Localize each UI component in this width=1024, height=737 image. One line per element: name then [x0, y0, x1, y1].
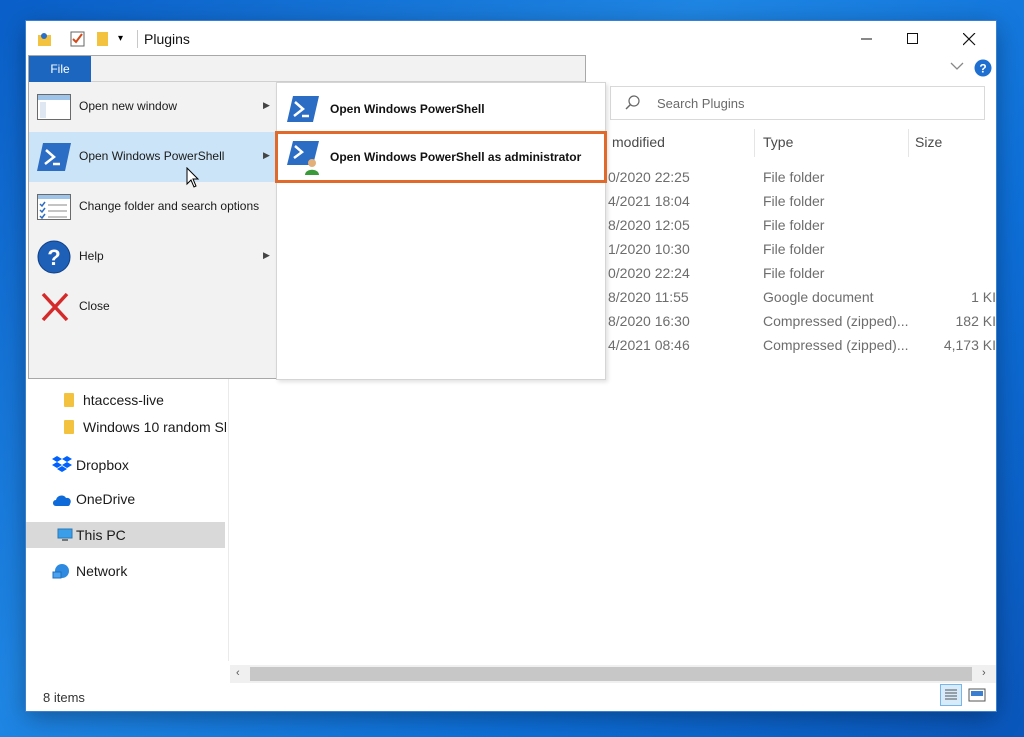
svg-text:?: ? [47, 245, 60, 270]
menu-item-open-new-window[interactable]: Open new window ▶ [29, 82, 279, 132]
onedrive-icon [52, 493, 72, 510]
minimize-icon[interactable] [844, 21, 890, 57]
scrollbar-thumb[interactable] [250, 667, 972, 681]
submenu-item-open-powershell[interactable]: Open Windows PowerShell [277, 85, 605, 133]
divider [137, 30, 138, 48]
row-type: File folder [763, 241, 825, 257]
powershell-icon [287, 96, 319, 125]
nav-item-network[interactable]: Network [52, 563, 127, 582]
nav-label: Windows 10 random Sh [83, 419, 226, 435]
search-box[interactable]: Search Plugins [610, 86, 985, 120]
search-input[interactable]: Search Plugins [657, 96, 744, 111]
menu-item-open-powershell[interactable]: Open Windows PowerShell ▶ [29, 132, 279, 182]
file-tab[interactable]: File [29, 56, 91, 82]
details-view-icon[interactable] [940, 684, 962, 706]
nav-item-htaccess[interactable]: htaccess-live [64, 392, 164, 408]
row-size: 1 KI [971, 289, 996, 305]
chevron-down-icon[interactable] [950, 59, 964, 78]
submenu-item-label: Open Windows PowerShell [330, 102, 485, 116]
dropdown-icon[interactable]: ▾ [118, 33, 123, 44]
column-divider[interactable] [754, 129, 755, 157]
nav-item-win10[interactable]: Windows 10 random Sh [64, 419, 226, 435]
menu-item-change-options[interactable]: Change folder and search options [29, 182, 279, 232]
title-bar: ▾ Plugins [26, 21, 996, 57]
row-date: 4/2021 18:04 [608, 193, 690, 209]
column-header-type[interactable]: Type [763, 134, 793, 150]
nav-divider[interactable] [228, 379, 229, 661]
horizontal-scrollbar[interactable]: ‹ › [230, 665, 996, 683]
submenu-arrow-icon: ▶ [263, 150, 270, 160]
menu-item-label: Close [79, 299, 110, 313]
close-x-icon [41, 292, 69, 325]
column-divider[interactable] [908, 129, 909, 157]
scroll-right-icon[interactable]: › [982, 667, 986, 679]
person-folder-icon [36, 30, 54, 53]
mouse-cursor-icon [186, 166, 202, 194]
row-date: 8/2020 12:05 [608, 217, 690, 233]
search-icon [625, 95, 641, 116]
row-date: 8/2020 11:55 [608, 289, 689, 305]
row-size: 4,173 KI [943, 337, 996, 353]
row-type: File folder [763, 265, 825, 281]
row-date: 0/2020 22:24 [608, 265, 690, 281]
nav-label: Dropbox [76, 457, 129, 473]
row-date: 4/2021 08:46 [608, 337, 690, 353]
help-icon[interactable]: ? [974, 59, 992, 82]
submenu-arrow-icon: ▶ [263, 100, 270, 110]
submenu-item-open-powershell-admin[interactable]: Open Windows PowerShell as administrator [275, 131, 607, 183]
submenu-arrow-icon: ▶ [263, 250, 270, 260]
dropbox-icon [52, 455, 72, 476]
help-circle-icon: ? [37, 240, 71, 277]
nav-label: Network [76, 563, 128, 579]
window-icon [37, 94, 71, 123]
folder-icon [64, 393, 74, 407]
row-type: Google document [763, 289, 874, 305]
column-header-size[interactable]: Size [915, 134, 942, 150]
nav-label: This PC [76, 527, 126, 543]
powershell-icon [37, 143, 71, 174]
menu-item-label: Open Windows PowerShell [79, 149, 225, 163]
row-type: File folder [763, 217, 825, 233]
status-item-count: 8 items [43, 690, 85, 705]
nav-label: OneDrive [76, 491, 136, 507]
nav-item-this-pc[interactable]: This PC [57, 527, 126, 546]
menu-item-close[interactable]: Close [29, 282, 279, 332]
row-type: Compressed (zipped)... [763, 313, 909, 329]
nav-item-dropbox[interactable]: Dropbox [52, 455, 129, 476]
network-icon [52, 563, 72, 582]
menu-item-label: Help [79, 249, 104, 263]
row-type: Compressed (zipped)... [763, 337, 909, 353]
folder-icon[interactable] [96, 30, 110, 53]
powershell-submenu: Open Windows PowerShell Open Windows Pow… [275, 82, 607, 380]
column-header-modified[interactable]: modified [612, 134, 665, 150]
menu-item-label: Change folder and search options [79, 199, 260, 213]
row-date: 8/2020 16:30 [608, 313, 690, 329]
nav-label: htaccess-live [83, 392, 164, 408]
row-type: File folder [763, 193, 825, 209]
folder-icon [64, 420, 74, 434]
svg-text:?: ? [979, 62, 986, 76]
maximize-icon[interactable] [890, 21, 936, 57]
row-size: 182 KI [955, 313, 996, 329]
row-type: File folder [763, 169, 825, 185]
large-icons-view-icon[interactable] [968, 686, 986, 709]
scroll-left-icon[interactable]: ‹ [236, 667, 240, 679]
row-date: 0/2020 22:25 [608, 169, 690, 185]
window-title: Plugins [144, 31, 190, 47]
menu-item-help[interactable]: ? Help ▶ [29, 232, 279, 282]
close-icon[interactable] [946, 21, 992, 57]
powershell-admin-icon [287, 141, 323, 178]
checkmark-icon[interactable] [70, 30, 86, 53]
menu-item-label: Open new window [79, 99, 178, 113]
file-menu-left-pane: Open new window ▶ Open Windows PowerShel… [29, 82, 279, 360]
submenu-item-label: Open Windows PowerShell as administrator [330, 150, 582, 164]
options-icon [37, 194, 71, 223]
this-pc-icon [57, 528, 73, 546]
row-date: 1/2020 10:30 [608, 241, 690, 257]
explorer-window: ▾ Plugins ? Search Plugins modified Type… [26, 21, 996, 711]
nav-item-onedrive[interactable]: OneDrive [52, 491, 135, 510]
